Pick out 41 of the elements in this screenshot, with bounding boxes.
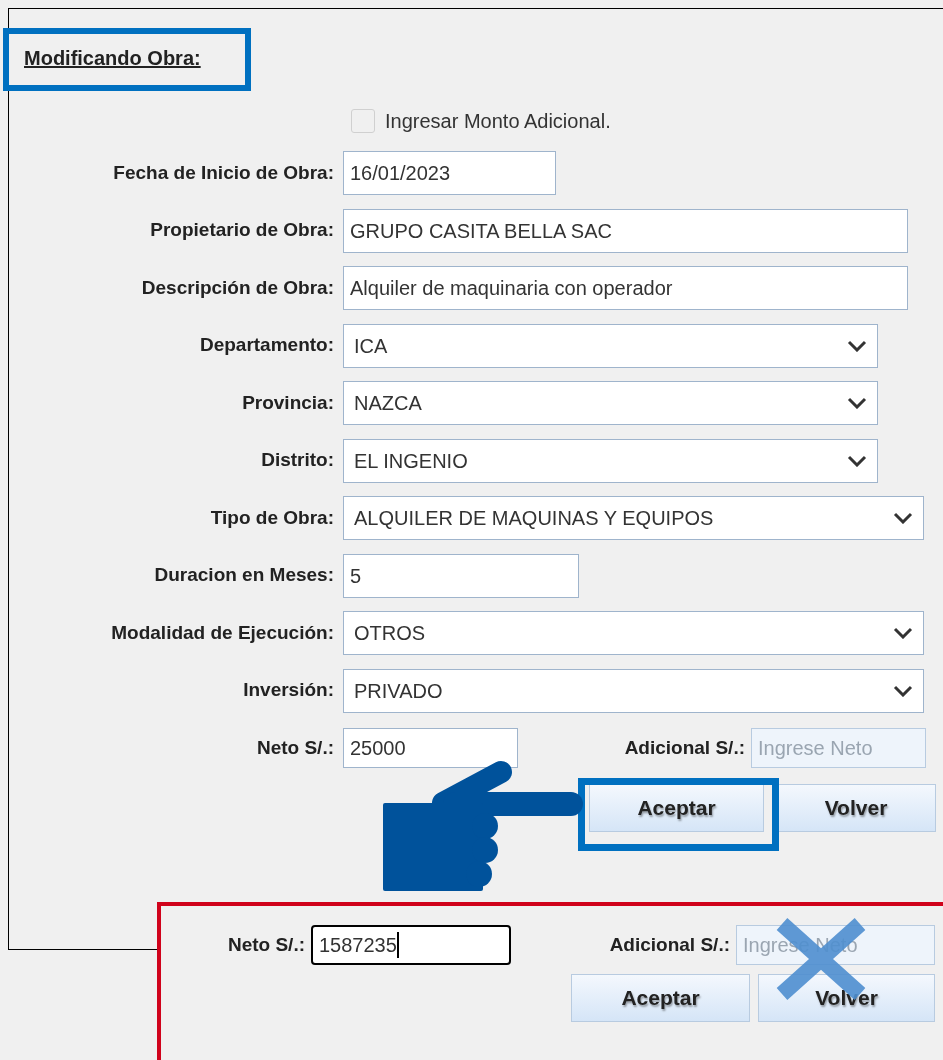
dropdown[interactable]: EL INGENIO — [343, 438, 878, 483]
field-label: Neto S/.: — [255, 735, 335, 760]
pointing-hand-icon — [383, 758, 583, 893]
button[interactable]: Volver — [776, 784, 936, 832]
dropdown[interactable]: PRIVADO — [343, 668, 924, 713]
field-label: Provincia: — [241, 390, 335, 415]
field-label: Distrito: — [260, 448, 335, 473]
field-label: Modalidad de Ejecución: — [110, 620, 335, 645]
input-field[interactable]: 16/01/2023 — [343, 151, 556, 195]
chevron-down-icon — [847, 454, 867, 467]
chevron-down-icon — [893, 512, 913, 524]
input-field[interactable]: Alquiler de maquinaria con operador — [343, 266, 908, 310]
dropdown[interactable]: OTROS — [343, 611, 924, 655]
input-field[interactable]: 1587235 — [311, 925, 511, 965]
dropdown[interactable]: NAZCA — [343, 381, 878, 425]
input-field[interactable]: GRUPO CASITA BELLA SAC — [343, 208, 908, 253]
field-label: Descripción de Obra: — [140, 275, 335, 300]
input-field[interactable]: 5 — [343, 553, 579, 598]
checkbox-label: Ingresar Monto Adicional. — [385, 109, 611, 134]
field-label: Tipo de Obra: — [209, 505, 335, 530]
button[interactable]: Aceptar — [589, 784, 764, 832]
field-label: Adicional S/.: — [623, 735, 746, 760]
checkbox[interactable] — [351, 109, 375, 133]
text-cursor — [396, 932, 399, 958]
field-label: Duracion en Meses: — [153, 563, 335, 588]
input-field[interactable]: 25000 — [343, 728, 518, 768]
field-label: Fecha de Inicio de Obra: — [112, 160, 335, 185]
button[interactable]: Aceptar — [571, 974, 750, 1022]
chevron-down-icon — [893, 684, 913, 697]
chevron-down-icon — [847, 339, 867, 352]
field-label: Departamento: — [198, 333, 335, 358]
chevron-down-icon — [893, 627, 913, 639]
dropdown[interactable]: ALQUILER DE MAQUINAS Y EQUIPOS — [343, 496, 924, 540]
field-label: Neto S/.: — [226, 932, 306, 957]
field-label: Inversión: — [242, 678, 335, 703]
input-field[interactable]: Ingrese Neto — [751, 728, 926, 768]
chevron-down-icon — [847, 397, 867, 409]
dropdown[interactable]: ICA — [343, 323, 878, 368]
field-label: Propietario de Obra: — [149, 218, 335, 243]
form-title: Modificando Obra: — [24, 47, 201, 69]
field-label: Adicional S/.: — [608, 932, 731, 957]
